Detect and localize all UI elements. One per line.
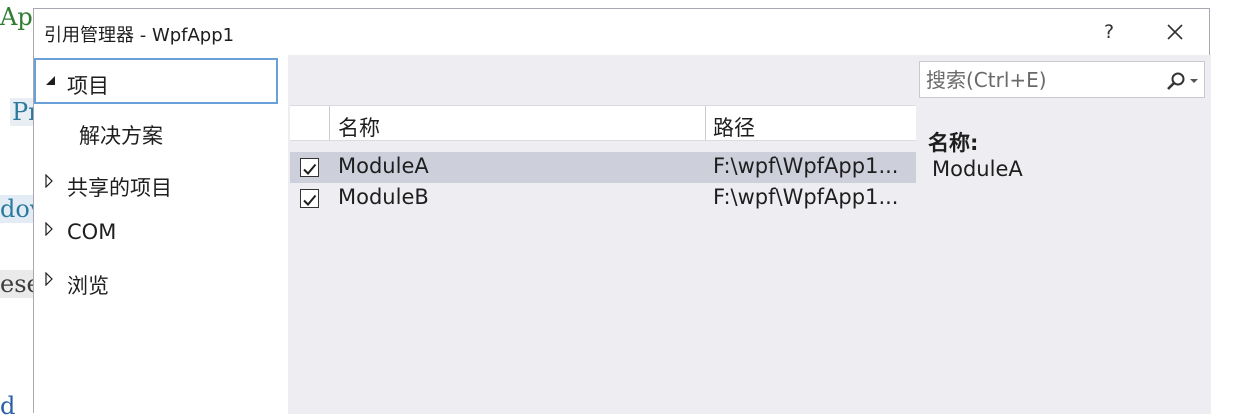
- collapsed-triangle-icon: [45, 222, 53, 236]
- chevron-down-icon[interactable]: [1189, 77, 1199, 85]
- search-input[interactable]: [926, 66, 1156, 93]
- nav-item-com[interactable]: COM: [34, 210, 278, 256]
- column-separator[interactable]: [705, 106, 706, 140]
- expanded-triangle-icon: [46, 76, 55, 85]
- reference-list: 名称 路径 ModuleA F:\wpf\WpfApp1... ModuleB …: [288, 55, 916, 414]
- collapsed-triangle-icon: [45, 272, 53, 286]
- reference-name: ModuleB: [338, 185, 429, 209]
- list-header: 名称 路径: [290, 105, 916, 141]
- column-separator[interactable]: [329, 106, 330, 140]
- nav-item-label: 项目: [67, 74, 109, 98]
- column-header-name[interactable]: 名称: [338, 112, 380, 142]
- table-row[interactable]: ModuleA F:\wpf\WpfApp1...: [290, 152, 916, 183]
- detail-pane: 名称: ModuleA: [916, 55, 1211, 414]
- nav-item-shared-projects[interactable]: 共享的项目: [34, 162, 278, 208]
- close-button[interactable]: [1160, 17, 1190, 47]
- search-box[interactable]: [919, 61, 1205, 98]
- title-bar: 引用管理器 - WpfApp1 ?: [34, 9, 1209, 55]
- category-nav: 项目 解决方案 共享的项目 COM 浏览: [34, 55, 288, 414]
- editor-fragment: d: [0, 392, 16, 420]
- nav-item-solution[interactable]: 解决方案: [34, 110, 278, 156]
- checkmark-icon: [303, 194, 317, 206]
- table-row[interactable]: ModuleB F:\wpf\WpfApp1...: [290, 183, 916, 214]
- detail-name-value: ModuleA: [932, 157, 1023, 181]
- close-icon: [1167, 24, 1183, 40]
- nav-item-browse[interactable]: 浏览: [34, 260, 278, 306]
- nav-item-label: 浏览: [67, 274, 109, 298]
- nav-item-label: 共享的项目: [67, 176, 172, 200]
- nav-item-label: COM: [67, 220, 117, 244]
- nav-item-label: 解决方案: [79, 124, 163, 148]
- reference-checkbox[interactable]: [300, 158, 319, 177]
- checkmark-icon: [303, 163, 317, 175]
- collapsed-triangle-icon: [45, 174, 53, 188]
- reference-path: F:\wpf\WpfApp1...: [713, 154, 899, 178]
- reference-name: ModuleA: [338, 154, 429, 178]
- column-header-path[interactable]: 路径: [713, 112, 755, 142]
- reference-manager-dialog: 引用管理器 - WpfApp1 ? 项目 解决方案 共享的项目 COM 浏览 名…: [33, 8, 1211, 414]
- search-icon[interactable]: [1166, 71, 1186, 91]
- window-title: 引用管理器 - WpfApp1: [44, 25, 235, 46]
- reference-path: F:\wpf\WpfApp1...: [713, 185, 899, 209]
- nav-item-projects[interactable]: 项目: [34, 58, 278, 104]
- help-button[interactable]: ?: [1094, 17, 1124, 47]
- detail-name-label: 名称:: [928, 131, 979, 155]
- reference-checkbox[interactable]: [300, 189, 319, 208]
